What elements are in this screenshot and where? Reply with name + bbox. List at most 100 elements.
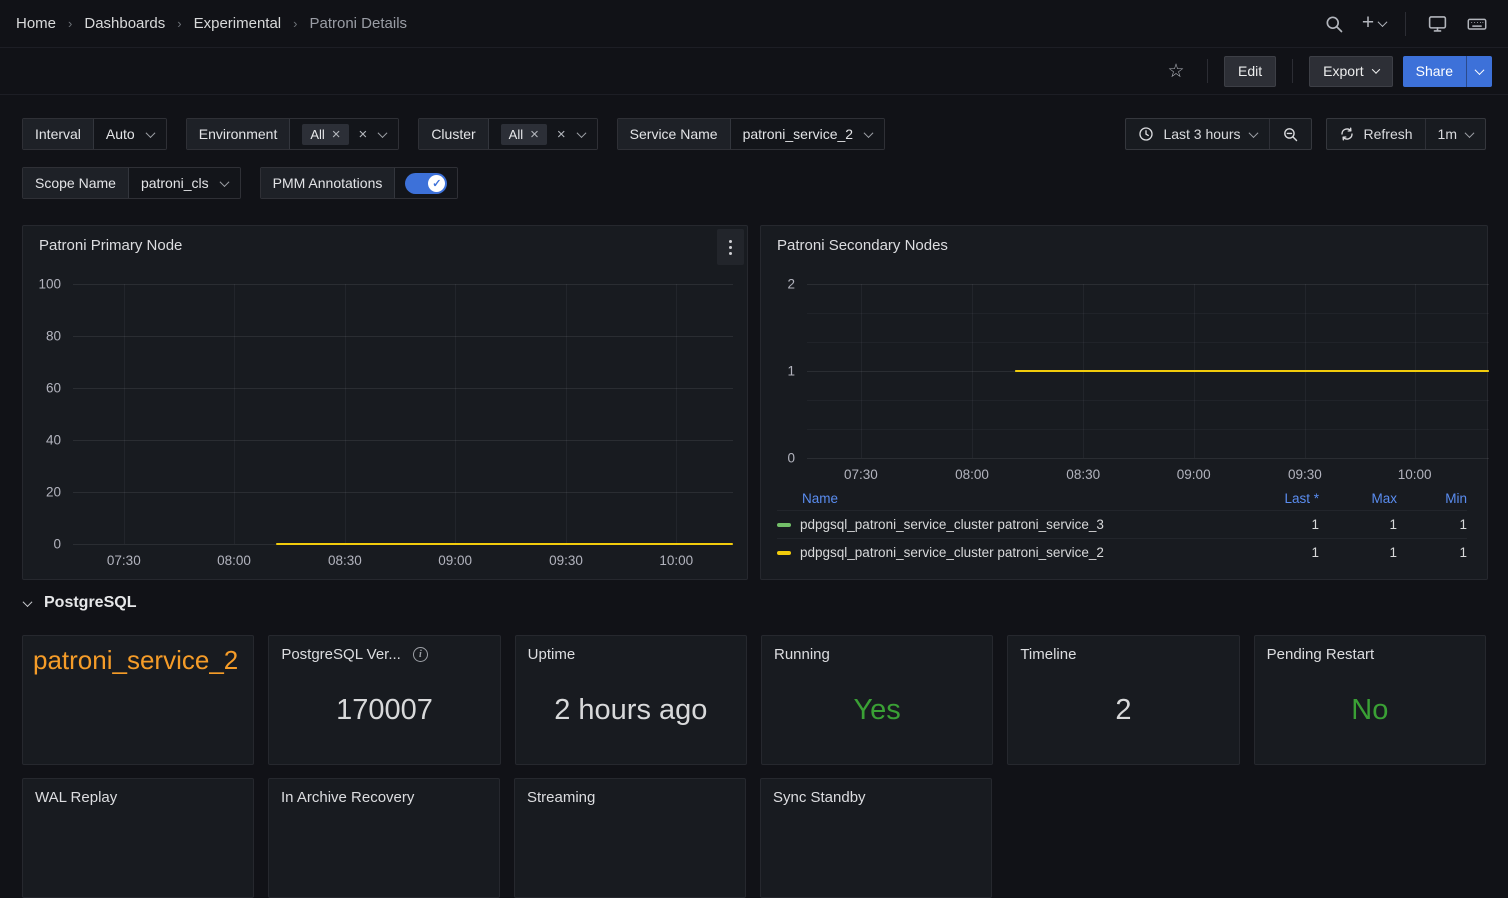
- y-axis-tick-label: 0: [787, 451, 795, 466]
- legend-last-value: 1: [1241, 545, 1319, 560]
- legend-row-patroni-service-2[interactable]: pdpgsql_patroni_service_cluster patroni_…: [777, 538, 1467, 566]
- stat-title: Uptime: [528, 646, 576, 663]
- top-nav: Home › Dashboards › Experimental › Patro…: [0, 0, 1508, 48]
- stat-panel-sync-standby[interactable]: Sync Standby: [760, 778, 992, 898]
- pmm-annotations-label: PMM Annotations: [261, 168, 396, 198]
- clear-all-icon[interactable]: ×: [557, 127, 566, 142]
- breadcrumb-separator: ›: [177, 16, 181, 31]
- pmm-annotations-control: PMM Annotations ✓: [260, 167, 459, 199]
- stat-title: PostgreSQL Ver...: [281, 646, 401, 663]
- cluster-chip-label: All: [509, 127, 523, 142]
- y-axis-tick-label: 0: [53, 537, 61, 552]
- breadcrumb-home[interactable]: Home: [16, 15, 56, 32]
- breadcrumb-experimental[interactable]: Experimental: [194, 15, 282, 32]
- refresh-interval-select[interactable]: 1m: [1425, 119, 1485, 149]
- breadcrumb-separator: ›: [68, 16, 72, 31]
- stat-panel-wal-replay[interactable]: WAL Replay: [22, 778, 254, 898]
- favorite-star-button[interactable]: ☆: [1161, 56, 1191, 86]
- legend-col-name[interactable]: Name: [777, 491, 1241, 506]
- chevron-down-icon: [145, 128, 155, 138]
- y-axis-tick-label: 2: [787, 277, 795, 292]
- zoom-out-button[interactable]: [1269, 119, 1311, 149]
- panel-title: Patroni Secondary Nodes: [761, 226, 1487, 265]
- chevron-down-icon: [1371, 65, 1379, 73]
- stat-panel-timeline[interactable]: Timeline 2: [1007, 635, 1239, 765]
- environment-chip[interactable]: All ×: [302, 124, 348, 145]
- service-name-variable: Service Name patroni_service_2: [617, 118, 885, 150]
- section-header-postgresql[interactable]: PostgreSQL: [24, 594, 136, 612]
- scope-name-select[interactable]: patroni_cls: [129, 168, 240, 198]
- stat-title: Streaming: [527, 789, 595, 806]
- time-range-label: Last 3 hours: [1163, 126, 1240, 142]
- x-axis-tick-label: 08:00: [217, 553, 251, 568]
- cluster-label: Cluster: [419, 119, 488, 149]
- y-axis-tick-label: 20: [46, 485, 61, 500]
- panel-menu-kebab-icon[interactable]: [717, 229, 744, 265]
- edit-button[interactable]: Edit: [1224, 56, 1276, 87]
- stat-title: Running: [774, 646, 830, 663]
- environment-variable: Environment All × ×: [186, 118, 400, 150]
- breadcrumb-dashboards[interactable]: Dashboards: [84, 15, 165, 32]
- legend-min-value: 1: [1397, 545, 1467, 560]
- scope-name-label: Scope Name: [23, 168, 129, 198]
- stat-value: 2: [1008, 663, 1238, 764]
- keyboard-shortcuts-button[interactable]: [1462, 9, 1492, 39]
- legend-max-value: 1: [1319, 545, 1397, 560]
- interval-label: Interval: [23, 119, 94, 149]
- pmm-annotations-toggle[interactable]: ✓: [405, 173, 447, 194]
- cluster-select[interactable]: All × ×: [489, 119, 597, 149]
- legend-min-value: 1: [1397, 517, 1467, 532]
- chip-remove-icon[interactable]: ×: [332, 127, 341, 142]
- share-dropdown-button[interactable]: [1466, 56, 1492, 87]
- legend-col-last[interactable]: Last *: [1241, 491, 1319, 506]
- service-name-select[interactable]: patroni_service_2: [731, 119, 885, 149]
- panel-title: Patroni Primary Node: [23, 226, 747, 265]
- secondary-nodes-chart[interactable]: 01207:3008:0008:3009:0009:3010:00: [807, 284, 1489, 458]
- chevron-down-icon: [1248, 128, 1258, 138]
- x-axis-tick-label: 08:00: [955, 467, 989, 482]
- clear-all-icon[interactable]: ×: [359, 127, 368, 142]
- y-axis-tick-label: 100: [38, 277, 61, 292]
- bottom-stats-row: WAL Replay In Archive Recovery Streaming…: [22, 778, 992, 898]
- stat-panel-pending-restart[interactable]: Pending Restart No: [1254, 635, 1486, 765]
- chip-remove-icon[interactable]: ×: [530, 127, 539, 142]
- environment-select[interactable]: All × ×: [290, 119, 398, 149]
- series-line: [1015, 370, 1489, 372]
- export-button[interactable]: Export: [1309, 56, 1392, 87]
- stat-panel-streaming[interactable]: Streaming: [514, 778, 746, 898]
- share-button[interactable]: Share: [1403, 56, 1466, 87]
- stat-panel-in-archive-recovery[interactable]: In Archive Recovery: [268, 778, 500, 898]
- new-menu-button[interactable]: +: [1359, 9, 1389, 39]
- stat-panel-service-name[interactable]: patroni_service_2: [22, 635, 254, 765]
- collapse-chevron-icon: [23, 597, 33, 607]
- legend-series-name[interactable]: pdpgsql_patroni_service_cluster patroni_…: [800, 517, 1241, 532]
- time-range-picker[interactable]: Last 3 hours: [1126, 119, 1268, 149]
- zoom-out-icon: [1282, 126, 1299, 143]
- legend-col-min[interactable]: Min: [1397, 491, 1467, 506]
- stat-value: 170007: [269, 663, 499, 764]
- legend-col-max[interactable]: Max: [1319, 491, 1397, 506]
- y-axis-tick-label: 60: [46, 381, 61, 396]
- stat-panel-postgresql-version[interactable]: PostgreSQL Ver... i 170007: [268, 635, 500, 765]
- chevron-down-icon: [1465, 128, 1475, 138]
- cluster-chip[interactable]: All ×: [501, 124, 547, 145]
- stats-row: patroni_service_2 PostgreSQL Ver... i 17…: [22, 635, 1486, 765]
- primary-node-chart[interactable]: 02040608010007:3008:0008:3009:0009:3010:…: [73, 284, 733, 544]
- legend-row-patroni-service-3[interactable]: pdpgsql_patroni_service_cluster patroni_…: [777, 510, 1467, 538]
- refresh-button[interactable]: Refresh: [1327, 119, 1425, 149]
- refresh-interval-value: 1m: [1438, 126, 1457, 142]
- scope-name-value: patroni_cls: [141, 175, 209, 191]
- tv-mode-button[interactable]: [1422, 9, 1452, 39]
- time-controls: Last 3 hours Refresh 1m: [1125, 118, 1486, 150]
- x-axis-tick-label: 09:30: [1288, 467, 1322, 482]
- stat-panel-uptime[interactable]: Uptime 2 hours ago: [515, 635, 747, 765]
- search-icon[interactable]: [1319, 9, 1349, 39]
- legend-header-row: Name Last * Max Min: [777, 486, 1467, 510]
- info-icon[interactable]: i: [413, 647, 428, 662]
- stat-panel-running[interactable]: Running Yes: [761, 635, 993, 765]
- stat-value: 2 hours ago: [516, 663, 746, 764]
- refresh-icon: [1339, 126, 1355, 142]
- legend-series-name[interactable]: pdpgsql_patroni_service_cluster patroni_…: [800, 545, 1241, 560]
- interval-select[interactable]: Auto: [94, 119, 166, 149]
- dashboard-toolbar: ☆ Edit Export Share: [0, 48, 1508, 95]
